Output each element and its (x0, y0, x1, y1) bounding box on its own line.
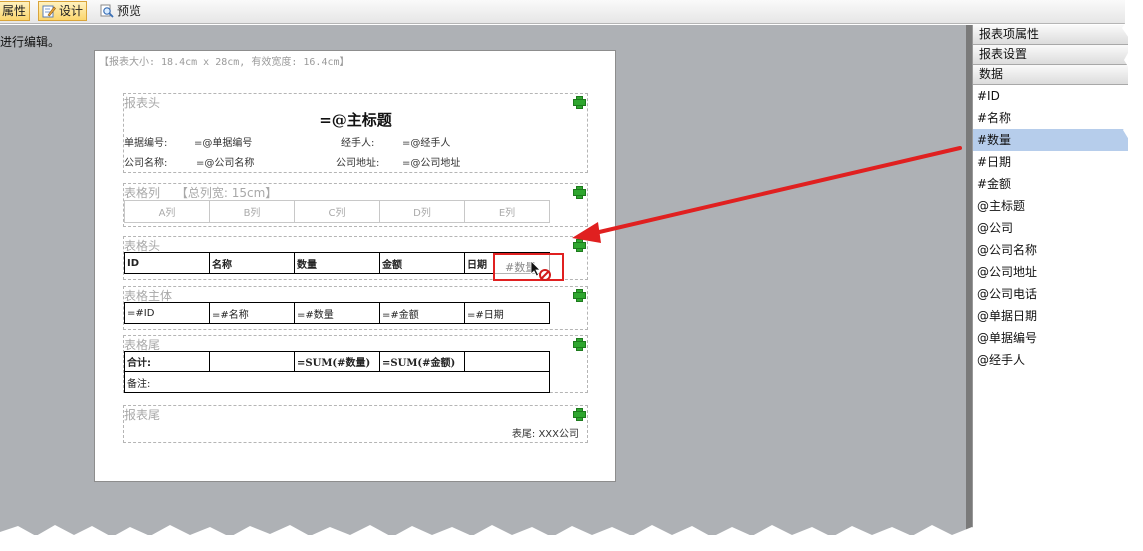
annotation-arrow (572, 146, 962, 243)
